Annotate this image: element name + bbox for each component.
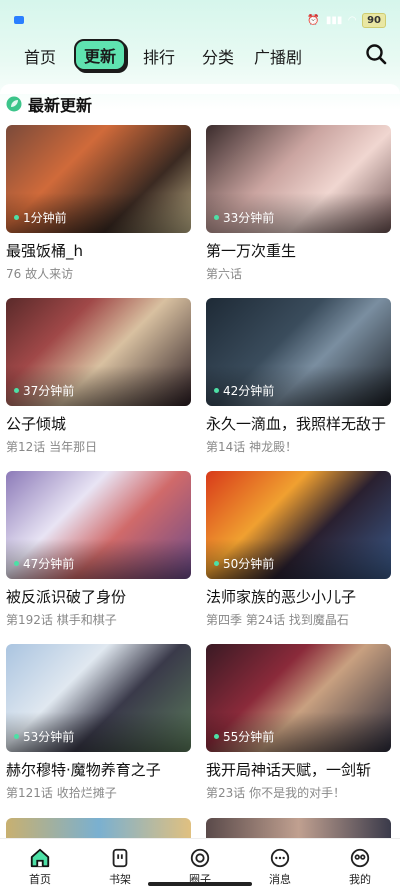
comic-card[interactable]: 37分钟前 公子倾城 第12话 当年那日: [6, 298, 191, 455]
update-time-badge: 33分钟前: [214, 209, 274, 226]
section-header: 最新更新: [6, 92, 92, 116]
search-icon[interactable]: [364, 42, 388, 66]
comic-chapter: 第12话 当年那日: [6, 440, 98, 454]
tab-update[interactable]: 更新: [74, 39, 127, 71]
time-dot: [14, 215, 19, 220]
tab-category[interactable]: 分类: [202, 44, 234, 68]
tab-home[interactable]: 首页: [24, 44, 56, 68]
comic-cover[interactable]: 33分钟前: [206, 125, 391, 233]
update-time: 55分钟前: [223, 730, 275, 744]
update-time: 53分钟前: [23, 730, 75, 744]
comic-card[interactable]: 50分钟前 法师家族的恶少小儿子 第四季 第24话 找到魔晶石: [206, 471, 391, 628]
comic-card[interactable]: 47分钟前 被反派识破了身份 第192话 棋手和棋子: [6, 471, 191, 628]
update-time: 47分钟前: [23, 557, 75, 571]
comic-title[interactable]: 我开局神话天赋，一剑斩: [206, 759, 391, 780]
comic-cover[interactable]: 55分钟前: [206, 644, 391, 752]
home-icon: [30, 848, 50, 868]
update-time: 42分钟前: [223, 384, 275, 398]
comic-cover[interactable]: [206, 818, 391, 838]
update-time-badge: 1分钟前: [14, 209, 67, 226]
comic-card[interactable]: 55分钟前 我开局神话天赋，一剑斩 第23话 你不是我的对手！: [206, 644, 391, 801]
comic-card[interactable]: 1分钟前 最强饭桶_h 76 故人来访: [6, 125, 191, 282]
circle-icon: [190, 848, 210, 868]
comic-chapter: 第14话 神龙殿！: [206, 440, 298, 454]
update-time: 33分钟前: [223, 211, 275, 225]
time-dot: [214, 734, 219, 739]
home-indicator[interactable]: [148, 882, 252, 886]
bottom-nav-label: 消息: [269, 873, 291, 886]
comic-cover[interactable]: 42分钟前: [206, 298, 391, 406]
update-time-badge: 37分钟前: [14, 382, 74, 399]
comic-title[interactable]: 赫尔穆特·魔物养育之子: [6, 759, 191, 780]
bottom-nav-profile[interactable]: 我的: [320, 839, 400, 889]
comic-title[interactable]: 永久一滴血，我照样无敌于: [206, 413, 391, 434]
wifi-icon: ◠: [348, 14, 357, 26]
comic-title[interactable]: 第一万次重生: [206, 240, 391, 261]
comic-title[interactable]: 公子倾城: [6, 413, 191, 434]
time-dot: [214, 388, 219, 393]
update-time-badge: 53分钟前: [14, 728, 74, 745]
bottom-nav-label: 书架: [109, 873, 131, 886]
update-time: 50分钟前: [223, 557, 275, 571]
comic-title[interactable]: 最强饭桶_h: [6, 240, 191, 261]
battery-indicator: 90: [362, 12, 386, 28]
tab-ranking[interactable]: 排行: [143, 44, 175, 68]
alarm-icon: ⏰: [307, 14, 320, 26]
comic-card[interactable]: 53分钟前 赫尔穆特·魔物养育之子 第121话 收拾烂摊子: [6, 644, 191, 801]
comic-card[interactable]: 33分钟前 第一万次重生 第六话: [206, 125, 391, 282]
comic-chapter: 第四季 第24话 找到魔晶石: [206, 613, 349, 627]
comic-cover[interactable]: 37分钟前: [6, 298, 191, 406]
comic-card[interactable]: 42分钟前 永久一滴血，我照样无敌于 第14话 神龙殿！: [206, 298, 391, 455]
time-dot: [14, 561, 19, 566]
section-title: 最新更新: [28, 96, 93, 115]
comic-cover[interactable]: [6, 818, 191, 838]
signal-icon: ▮▮▮: [325, 14, 343, 26]
bottom-nav-label: 首页: [29, 873, 51, 886]
update-time-badge: 42分钟前: [214, 382, 274, 399]
time-dot: [214, 561, 219, 566]
comic-chapter: 第192话 棋手和棋子: [6, 613, 117, 627]
update-time: 1分钟前: [23, 211, 67, 225]
comic-title[interactable]: 被反派识破了身份: [6, 586, 191, 607]
comic-cover[interactable]: 47分钟前: [6, 471, 191, 579]
message-icon: [270, 848, 290, 868]
bottom-nav-label: 我的: [349, 873, 371, 886]
update-time: 37分钟前: [23, 384, 75, 398]
profile-icon: [350, 848, 370, 868]
comic-chapter: 第六话: [206, 267, 243, 281]
bottom-nav-home[interactable]: 首页: [0, 839, 80, 889]
tab-audio-drama[interactable]: 广播剧: [254, 44, 302, 68]
bookshelf-icon: [112, 848, 128, 868]
comic-cover[interactable]: 1分钟前: [6, 125, 191, 233]
time-dot: [214, 215, 219, 220]
notification-icon: [14, 16, 24, 24]
bottom-nav-messages[interactable]: 消息: [240, 839, 320, 889]
comic-chapter: 76 故人来访: [6, 267, 74, 281]
comic-cover[interactable]: 53分钟前: [6, 644, 191, 752]
comic-chapter: 第23话 你不是我的对手！: [206, 786, 346, 800]
status-bar: ⏰ ▮▮▮ ◠ 90: [0, 0, 400, 40]
comic-chapter: 第121话 收拾烂摊子: [6, 786, 117, 800]
comic-title[interactable]: 法师家族的恶少小儿子: [206, 586, 391, 607]
comic-cover[interactable]: 50分钟前: [206, 471, 391, 579]
update-time-badge: 55分钟前: [214, 728, 274, 745]
update-time-badge: 50分钟前: [214, 555, 274, 572]
top-nav: 首页 更新 排行 分类 广播剧: [0, 36, 400, 76]
leaf-icon: [6, 96, 22, 112]
time-dot: [14, 734, 19, 739]
time-dot: [14, 388, 19, 393]
update-time-badge: 47分钟前: [14, 555, 74, 572]
